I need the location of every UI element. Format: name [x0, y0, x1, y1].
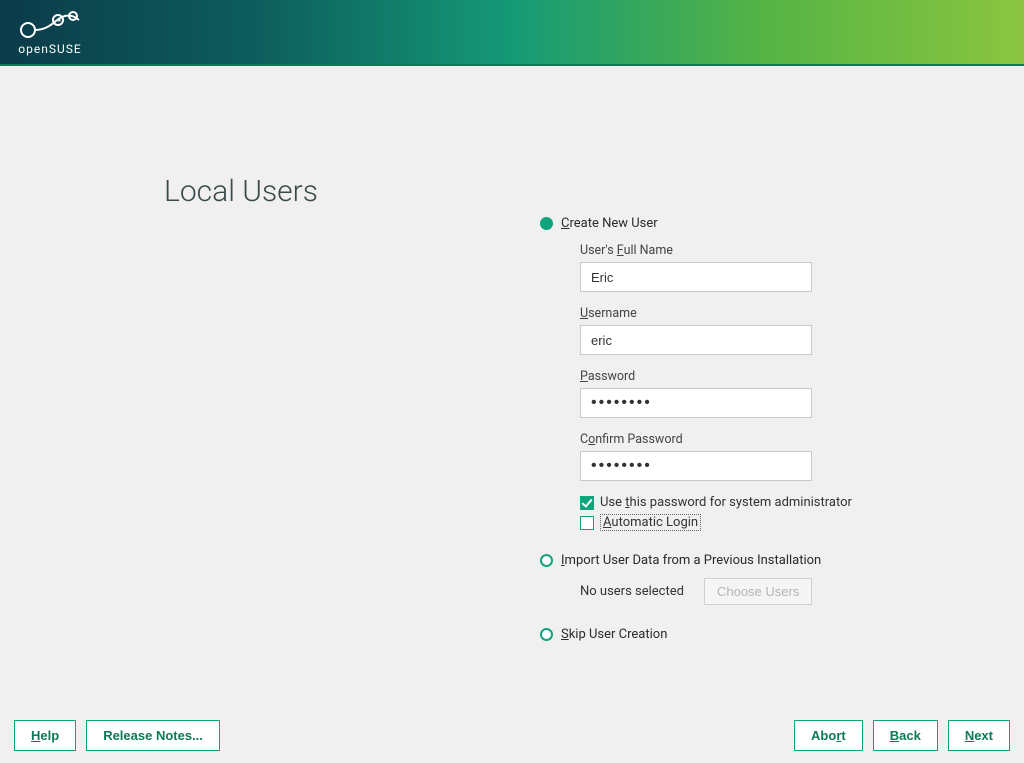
- create-user-fields: User's Full Name Username Password Confi…: [580, 243, 940, 531]
- radio-skip-user-creation[interactable]: Skip User Creation: [540, 627, 940, 642]
- radio-unselected-icon: [540, 628, 553, 641]
- import-subsection: No users selected Choose Users: [580, 578, 940, 605]
- confirm-password-input[interactable]: [580, 451, 812, 481]
- brand-name: openSUSE: [18, 42, 81, 56]
- radio-import-user-data[interactable]: Import User Data from a Previous Install…: [540, 553, 940, 568]
- sysadmin-checkbox-label: Use this password for system administrat…: [600, 495, 852, 510]
- username-label: Username: [580, 306, 940, 321]
- fullname-label: User's Full Name: [580, 243, 940, 258]
- checkbox-unchecked-icon: [580, 516, 594, 530]
- radio-selected-icon: [540, 217, 553, 230]
- autologin-checkbox-label: Automatic Login: [600, 514, 701, 531]
- back-button[interactable]: Back: [873, 720, 938, 751]
- radio-import-label: Import User Data from a Previous Install…: [561, 553, 821, 568]
- radio-skip-label: Skip User Creation: [561, 627, 667, 642]
- footer: Help Release Notes... Abort Back Next: [0, 707, 1024, 763]
- help-button[interactable]: Help: [14, 720, 76, 751]
- checkbox-checked-icon: [580, 496, 594, 510]
- username-input[interactable]: [580, 325, 812, 355]
- release-notes-button[interactable]: Release Notes...: [86, 720, 220, 751]
- import-status-text: No users selected: [580, 584, 684, 599]
- radio-unselected-icon: [540, 554, 553, 567]
- radio-create-new-user[interactable]: Create New User: [540, 216, 940, 231]
- abort-button[interactable]: Abort: [794, 720, 863, 751]
- footer-left: Help Release Notes...: [14, 720, 220, 751]
- fullname-input[interactable]: [580, 262, 812, 292]
- password-label: Password: [580, 369, 940, 384]
- sysadmin-password-checkbox[interactable]: Use this password for system administrat…: [580, 495, 940, 510]
- next-button[interactable]: Next: [948, 720, 1010, 751]
- radio-create-label: Create New User: [561, 216, 658, 231]
- content-area: Local Users Create New User User's Full …: [0, 66, 1024, 706]
- form-area: Create New User User's Full Name Usernam…: [540, 216, 940, 650]
- header: openSUSE: [0, 0, 1024, 66]
- choose-users-button: Choose Users: [704, 578, 812, 605]
- footer-right: Abort Back Next: [794, 720, 1010, 751]
- page-title: Local Users: [164, 174, 318, 209]
- logo: openSUSE: [14, 8, 86, 56]
- password-input[interactable]: [580, 388, 812, 418]
- opensuse-chameleon-icon: [14, 8, 86, 40]
- confirm-password-label: Confirm Password: [580, 432, 940, 447]
- automatic-login-checkbox[interactable]: Automatic Login: [580, 514, 940, 531]
